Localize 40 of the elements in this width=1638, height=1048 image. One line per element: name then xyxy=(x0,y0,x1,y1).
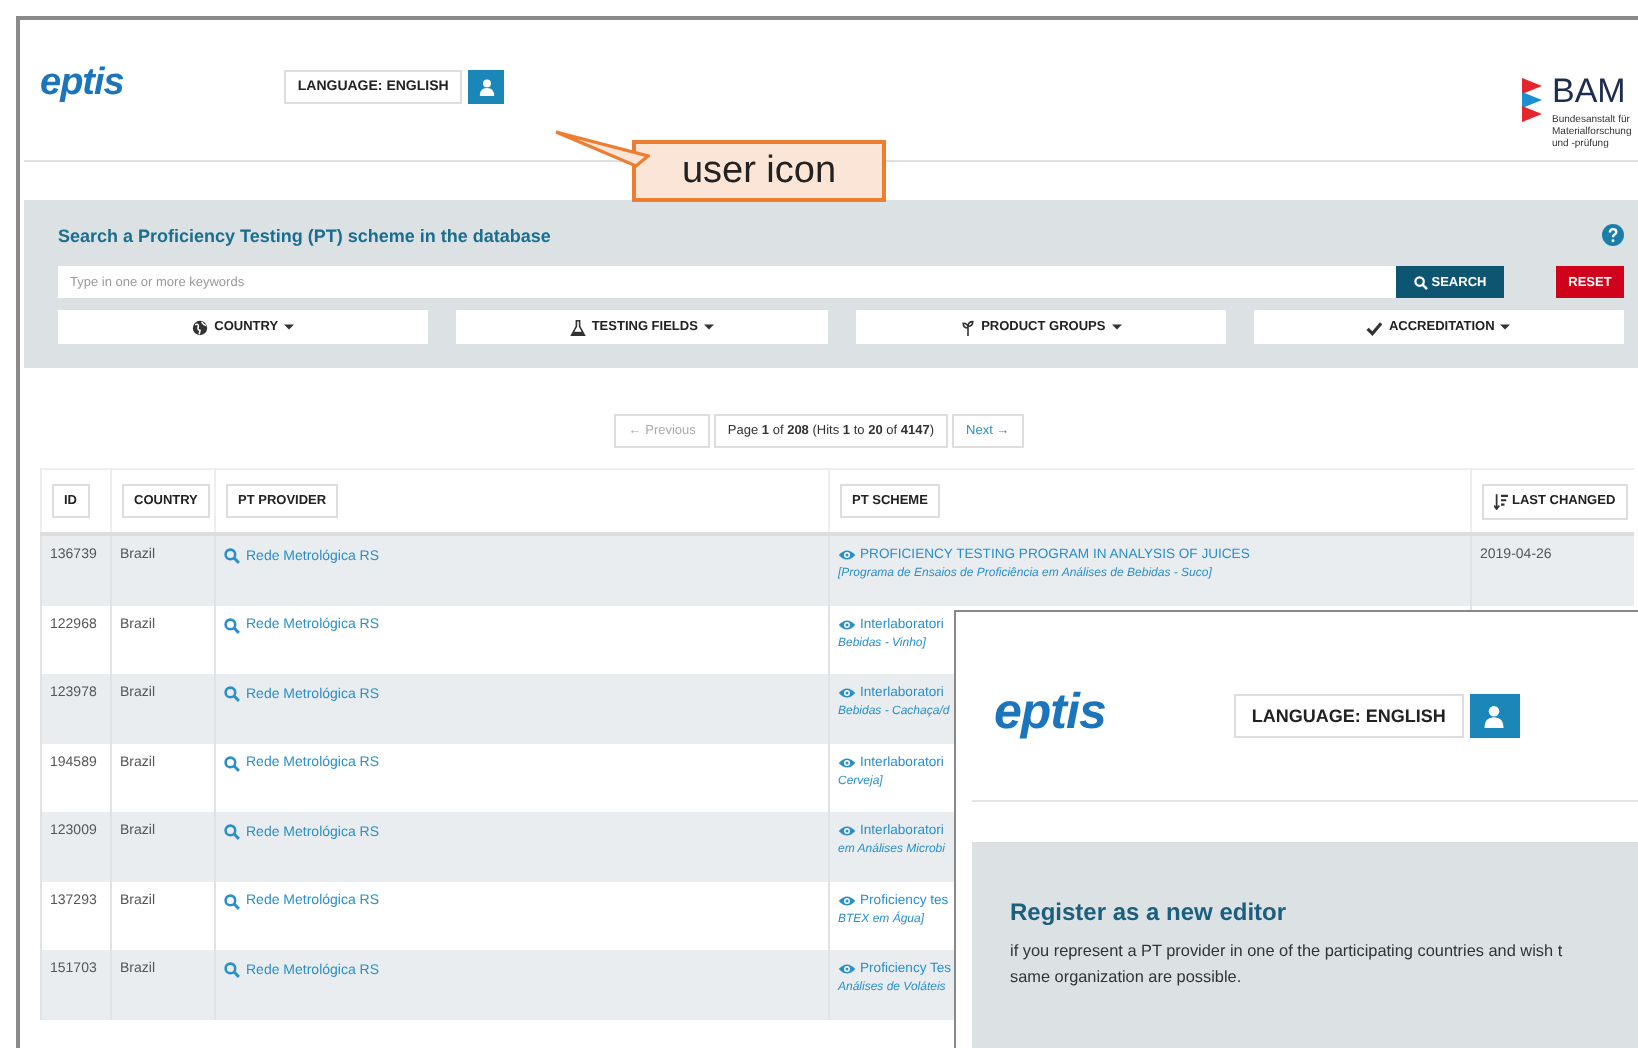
caret-icon xyxy=(284,324,295,330)
eye-icon xyxy=(838,686,856,700)
callout-pointer xyxy=(554,130,650,168)
flask-icon xyxy=(569,319,586,335)
globe-icon xyxy=(192,319,209,335)
bam-logo-text: BAM xyxy=(1552,74,1628,108)
search-icon xyxy=(224,548,240,564)
register-heading: Register as a new editor xyxy=(1010,898,1289,926)
eye-icon xyxy=(838,824,856,838)
register-description-line: same organization are possible. xyxy=(1010,966,1244,990)
search-icon xyxy=(1413,275,1428,289)
eye-icon xyxy=(838,755,856,769)
language-button[interactable]: LANGUAGE: ENGLISH xyxy=(1233,694,1464,738)
eye-icon xyxy=(838,617,856,631)
search-icon xyxy=(224,824,240,840)
search-icon xyxy=(224,893,240,909)
callout-label: user icon xyxy=(632,140,886,202)
sprout-icon xyxy=(959,319,976,335)
caret-icon xyxy=(703,324,714,330)
eye-icon xyxy=(838,548,856,562)
user-icon xyxy=(1482,704,1507,728)
eye-icon xyxy=(838,962,856,976)
search-icon xyxy=(224,962,240,978)
search-icon xyxy=(224,755,240,771)
checkmark-icon xyxy=(1366,319,1383,335)
sort-icon xyxy=(1494,493,1508,509)
eye-icon xyxy=(838,893,856,907)
user-button[interactable] xyxy=(468,70,505,104)
caret-icon xyxy=(1111,324,1122,330)
eptis-logo[interactable]: eptis xyxy=(994,688,1106,738)
search-icon xyxy=(224,617,240,633)
search-title: Search a Proficiency Testing (PT) scheme in the database xyxy=(58,225,551,245)
search-icon xyxy=(224,686,240,702)
help-icon[interactable] xyxy=(1602,224,1624,246)
bam-logo-icon xyxy=(1520,74,1544,122)
caret-icon xyxy=(1500,324,1511,330)
user-button[interactable] xyxy=(1469,694,1520,738)
eptis-logo[interactable]: eptis xyxy=(40,64,124,102)
user-icon xyxy=(477,78,496,96)
register-description-line: if you represent a PT provider in one of the participating countries and wish t xyxy=(1010,940,1565,964)
